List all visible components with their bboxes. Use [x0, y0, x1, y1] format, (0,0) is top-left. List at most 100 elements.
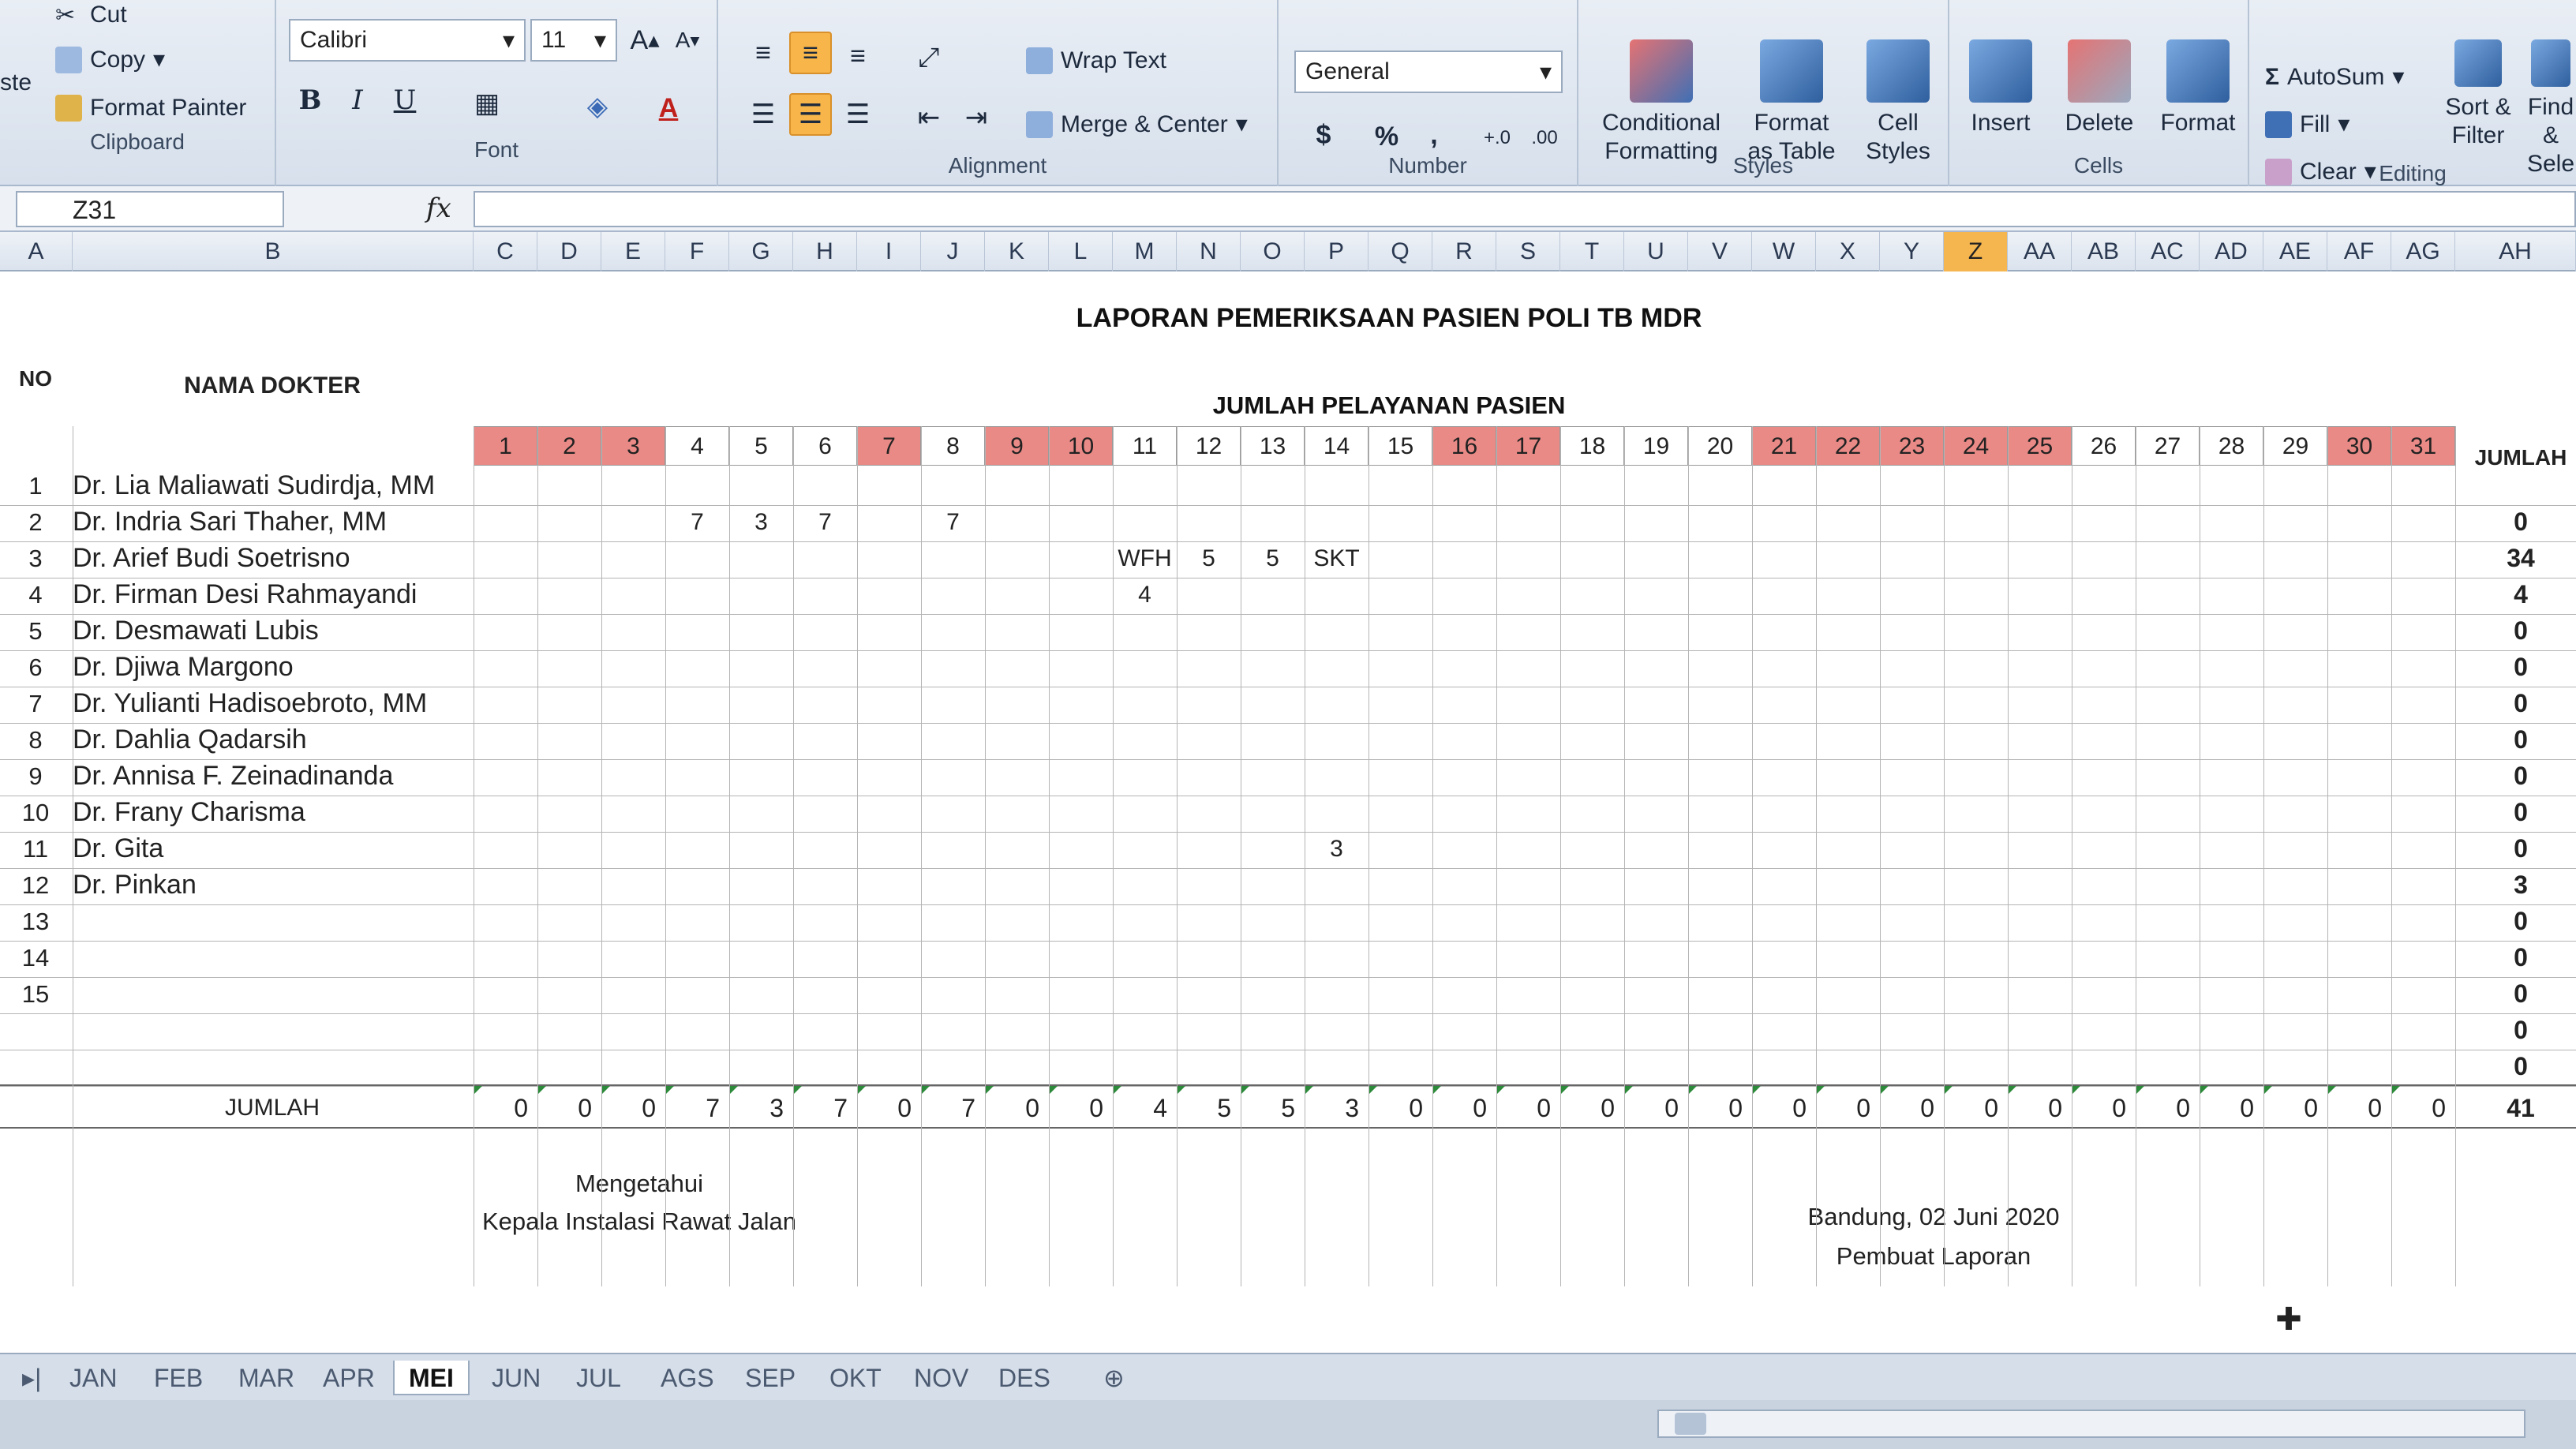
paste-button[interactable]: ste — [0, 69, 32, 96]
grow-font-icon[interactable]: A ▴ — [623, 19, 666, 62]
day-header-12[interactable]: 12 — [1177, 426, 1241, 466]
percent-button[interactable]: % — [1365, 115, 1408, 158]
formula-input[interactable] — [474, 191, 2576, 227]
total-cell-31[interactable]: 0 — [2391, 1086, 2455, 1130]
format-button[interactable]: Format — [2147, 39, 2249, 137]
doctor-name[interactable]: Dr. Indria Sari Thaher, MM — [73, 502, 472, 542]
tab-nov[interactable]: NOV — [900, 1361, 983, 1395]
day-cell-8[interactable]: 7 — [921, 502, 985, 542]
italic-icon[interactable]: I — [336, 79, 379, 122]
spreadsheet-grid[interactable]: A B C D E F G H I J K L M N O P Q R S T U V W X Y Z AA AB AC AD AE AF AG… — [0, 232, 2576, 1353]
row-number[interactable]: 5 — [8, 611, 63, 651]
column-header-ac[interactable]: AC — [2136, 232, 2200, 271]
wrap-text-button[interactable]: Wrap Text — [1026, 47, 1166, 74]
row-number[interactable]: 9 — [8, 756, 63, 796]
total-cell-11[interactable]: 4 — [1113, 1086, 1177, 1130]
row-number[interactable]: 13 — [8, 901, 63, 942]
row-total[interactable]: 0 — [2466, 502, 2576, 542]
day-header-16[interactable]: 16 — [1432, 426, 1496, 466]
column-header-b[interactable]: B — [73, 232, 474, 271]
number-format-combo[interactable]: General ▾ — [1294, 51, 1563, 93]
day-header-26[interactable]: 26 — [2072, 426, 2136, 466]
row-number[interactable]: 14 — [8, 938, 63, 978]
row-number[interactable]: 6 — [8, 647, 63, 687]
insert-function-icon[interactable]: fx — [426, 193, 451, 224]
column-header-m[interactable]: M — [1113, 232, 1177, 271]
total-cell-27[interactable]: 0 — [2136, 1086, 2200, 1130]
underline-icon[interactable]: U — [384, 79, 426, 122]
total-cell-28[interactable]: 0 — [2200, 1086, 2263, 1130]
total-cell-9[interactable]: 0 — [985, 1086, 1049, 1130]
column-header-z[interactable]: Z — [1944, 232, 2008, 271]
total-cell-29[interactable]: 0 — [2263, 1086, 2327, 1130]
column-header-r[interactable]: R — [1432, 232, 1496, 271]
fill-color-icon[interactable]: ◈ — [576, 85, 619, 128]
column-header-f[interactable]: F — [665, 232, 729, 271]
column-header-v[interactable]: V — [1688, 232, 1752, 271]
row-total[interactable]: 0 — [2466, 647, 2576, 687]
tab-jun[interactable]: JUN — [477, 1361, 555, 1395]
column-header-w[interactable]: W — [1752, 232, 1816, 271]
row-total[interactable]: 34 — [2466, 538, 2576, 578]
total-cell-25[interactable]: 0 — [2008, 1086, 2072, 1130]
day-header-1[interactable]: 1 — [474, 426, 537, 466]
tab-mar[interactable]: MAR — [224, 1361, 309, 1395]
format-painter-button[interactable]: Format Painter — [55, 95, 246, 122]
tab-sep[interactable]: SEP — [731, 1361, 810, 1395]
column-header-t[interactable]: T — [1560, 232, 1624, 271]
column-header-q[interactable]: Q — [1368, 232, 1432, 271]
row-number[interactable]: 15 — [8, 974, 63, 1014]
day-header-15[interactable]: 15 — [1368, 426, 1432, 466]
day-header-3[interactable]: 3 — [601, 426, 665, 466]
day-header-25[interactable]: 25 — [2008, 426, 2072, 466]
row-total[interactable]: 0 — [2466, 683, 2576, 724]
align-middle-icon[interactable]: ≡ — [789, 32, 832, 74]
day-cell-13[interactable]: 5 — [1241, 538, 1305, 578]
total-cell-15[interactable]: 0 — [1368, 1086, 1432, 1130]
cut-button[interactable]: ✂ Cut — [55, 2, 127, 28]
day-header-20[interactable]: 20 — [1688, 426, 1752, 466]
tab-jan[interactable]: JAN — [55, 1361, 131, 1395]
total-cell-7[interactable]: 0 — [857, 1086, 921, 1130]
align-left-icon[interactable]: ☰ — [742, 93, 784, 136]
day-header-18[interactable]: 18 — [1560, 426, 1624, 466]
column-header-g[interactable]: G — [729, 232, 793, 271]
total-cell-26[interactable]: 0 — [2072, 1086, 2136, 1130]
day-header-7[interactable]: 7 — [857, 426, 921, 466]
row-total[interactable]: 0 — [2466, 756, 2576, 796]
delete-button[interactable]: Delete — [2048, 39, 2151, 137]
align-center-icon[interactable]: ☰ — [789, 93, 832, 136]
tab-jul[interactable]: JUL — [562, 1361, 635, 1395]
day-cell-6[interactable]: 7 — [793, 502, 857, 542]
row-number[interactable]: 7 — [8, 683, 63, 724]
day-header-28[interactable]: 28 — [2200, 426, 2263, 466]
tab-des[interactable]: DES — [984, 1361, 1065, 1395]
day-header-29[interactable]: 29 — [2263, 426, 2327, 466]
column-header-a[interactable]: A — [0, 232, 73, 271]
shrink-font-icon[interactable]: A ▾ — [666, 19, 709, 62]
day-header-8[interactable]: 8 — [921, 426, 985, 466]
align-right-icon[interactable]: ☰ — [837, 93, 879, 136]
total-cell-16[interactable]: 0 — [1432, 1086, 1496, 1130]
total-cell-3[interactable]: 0 — [601, 1086, 665, 1130]
bold-icon[interactable]: B — [289, 79, 331, 122]
column-header-ag[interactable]: AG — [2391, 232, 2455, 271]
day-header-24[interactable]: 24 — [1944, 426, 2008, 466]
day-cell-11[interactable]: WFH — [1113, 538, 1177, 578]
doctor-name[interactable]: Dr. Pinkan — [73, 865, 472, 905]
name-box[interactable]: Z31 — [16, 191, 284, 227]
column-header-p[interactable]: P — [1305, 232, 1368, 271]
total-cell-5[interactable]: 3 — [729, 1086, 793, 1130]
doctor-name[interactable]: Dr. Firman Desi Rahmayandi — [73, 575, 472, 615]
total-cell-6[interactable]: 7 — [793, 1086, 857, 1130]
total-cell-13[interactable]: 5 — [1241, 1086, 1305, 1130]
column-header-aa[interactable]: AA — [2008, 232, 2072, 271]
day-cell-5[interactable]: 3 — [729, 502, 793, 542]
column-header-ah[interactable]: AH — [2455, 232, 2576, 271]
day-header-19[interactable]: 19 — [1624, 426, 1688, 466]
row-total[interactable]: 0 — [2466, 1010, 2576, 1050]
column-header-h[interactable]: H — [793, 232, 857, 271]
row-total[interactable]: 0 — [2466, 901, 2576, 942]
column-header-ad[interactable]: AD — [2200, 232, 2263, 271]
doctor-name[interactable]: Dr. Frany Charisma — [73, 792, 472, 833]
